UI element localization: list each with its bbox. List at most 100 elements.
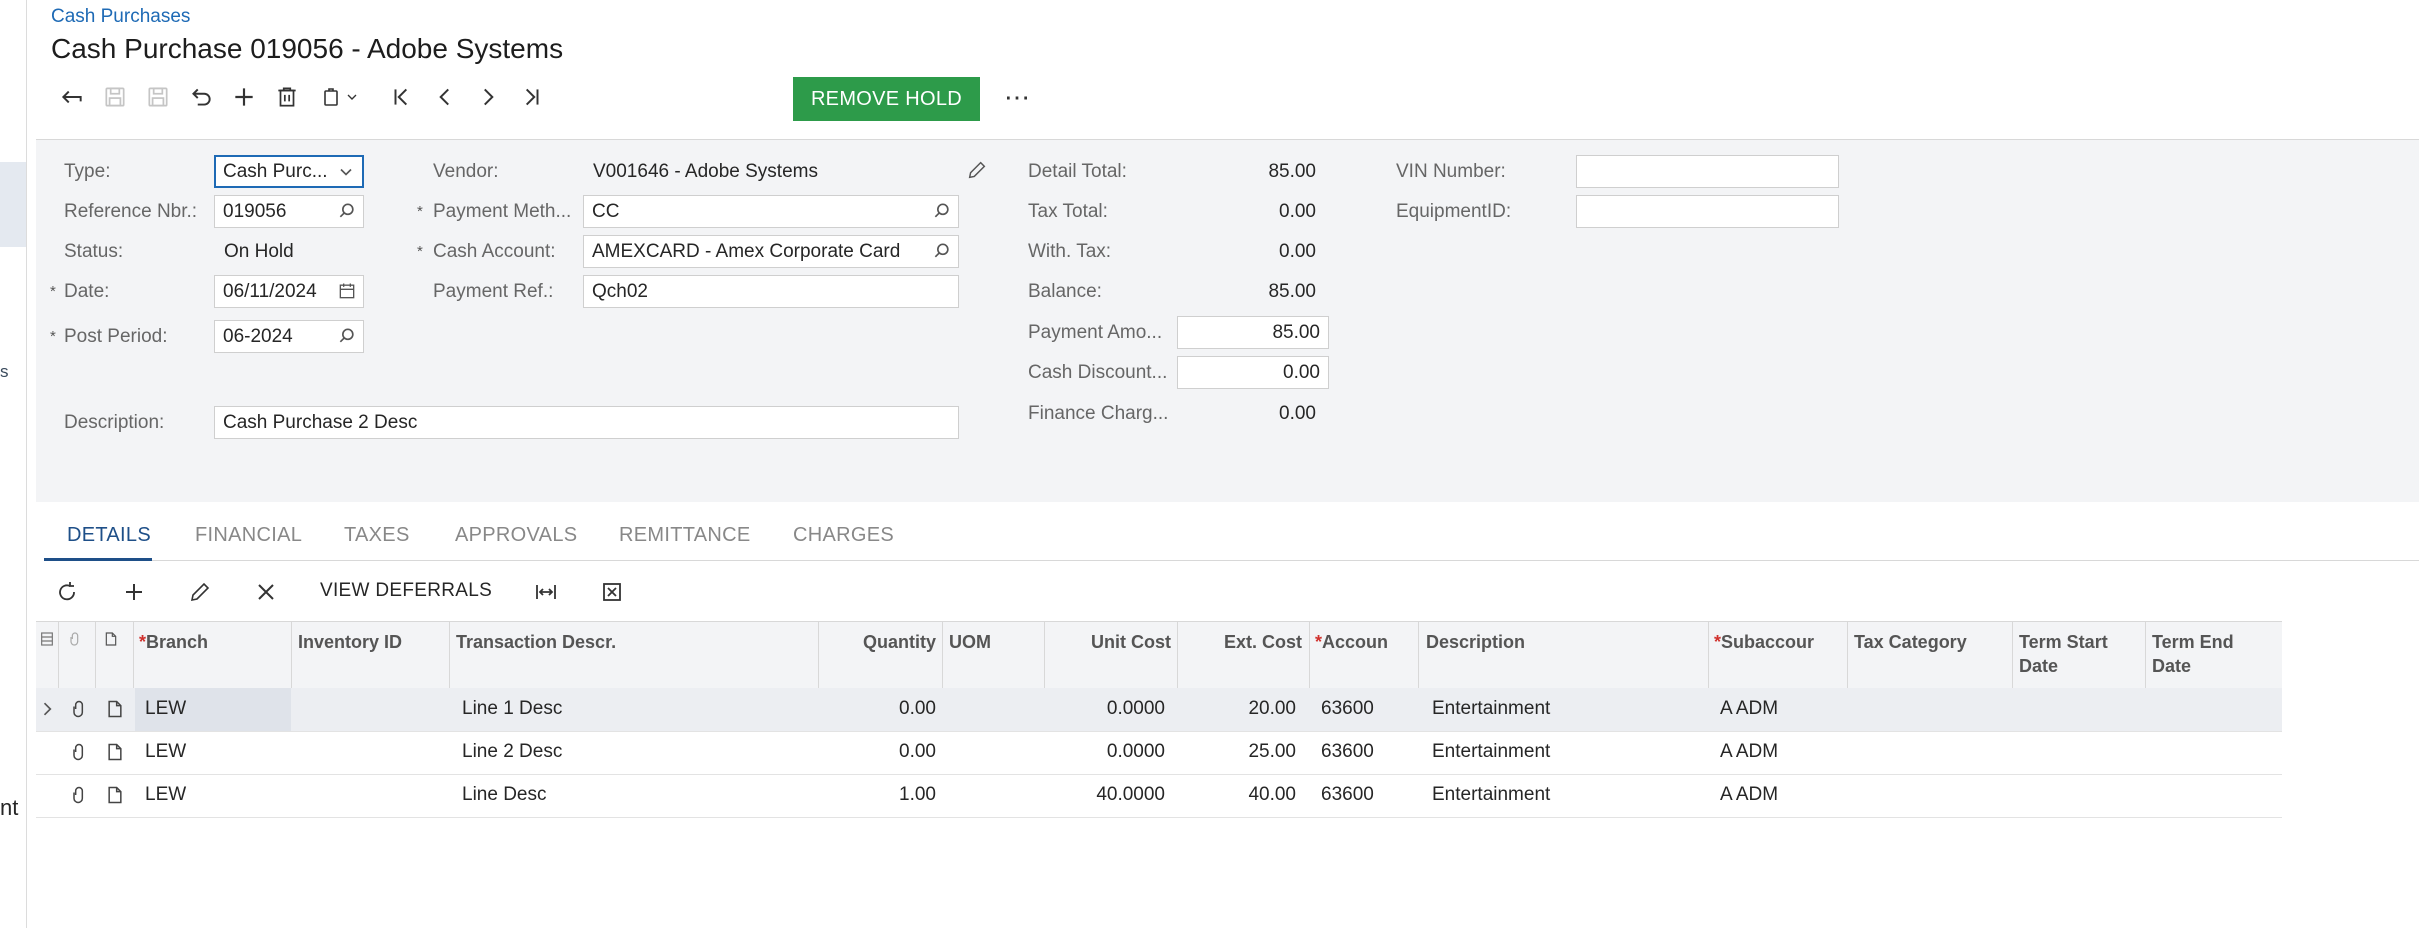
col-tax-category[interactable]: Tax Category xyxy=(1854,630,1967,654)
col-term-end-date[interactable]: Term End Date xyxy=(2152,630,2234,678)
cell-unit-cost[interactable]: 40.0000 xyxy=(1051,784,1165,806)
col-ext-cost[interactable]: Ext. Cost xyxy=(1184,630,1302,654)
table-row[interactable]: LEW Line 1 Desc 0.00 0.0000 20.00 63600 … xyxy=(36,688,2282,732)
cash-account-field[interactable]: AMEXCARD - Amex Corporate Card xyxy=(583,235,959,268)
cell-branch[interactable]: LEW xyxy=(145,698,186,720)
note-icon[interactable] xyxy=(105,742,125,762)
cell-quantity[interactable]: 0.00 xyxy=(826,741,936,763)
attachment-icon[interactable] xyxy=(69,742,89,762)
column-divider xyxy=(2012,622,2013,688)
search-icon[interactable] xyxy=(932,241,952,261)
cell-account[interactable]: 63600 xyxy=(1321,784,1374,806)
delete-icon[interactable] xyxy=(267,74,307,120)
payment-amount-field[interactable]: 85.00 xyxy=(1177,316,1329,349)
left-nav-fragment: nt xyxy=(0,795,19,820)
payment-method-field[interactable]: CC xyxy=(583,195,959,228)
edit-icon[interactable] xyxy=(182,574,218,610)
cash-discount-field[interactable]: 0.00 xyxy=(1177,356,1329,389)
tab-charges[interactable]: CHARGES xyxy=(793,524,894,547)
vin-number-label: VIN Number: xyxy=(1396,161,1506,182)
tab-remittance[interactable]: REMITTANCE xyxy=(619,524,751,547)
cell-ext-cost[interactable]: 25.00 xyxy=(1184,741,1296,763)
export-excel-icon[interactable] xyxy=(594,574,630,610)
cell-description[interactable]: Entertainment xyxy=(1432,741,1550,763)
col-account[interactable]: *Accoun xyxy=(1315,630,1388,654)
cell-quantity[interactable]: 0.00 xyxy=(826,698,936,720)
reference-nbr-value: 019056 xyxy=(223,201,287,222)
first-icon[interactable] xyxy=(382,74,422,120)
cell-unit-cost[interactable]: 0.0000 xyxy=(1051,698,1165,720)
col-description[interactable]: Description xyxy=(1426,630,1525,654)
cell-account[interactable]: 63600 xyxy=(1321,741,1374,763)
note-icon[interactable] xyxy=(105,699,125,719)
last-icon[interactable] xyxy=(511,74,551,120)
col-inventory-id[interactable]: Inventory ID xyxy=(298,630,402,654)
back-icon[interactable] xyxy=(52,74,92,120)
search-icon[interactable] xyxy=(337,326,357,346)
tab-details[interactable]: DETAILS xyxy=(67,524,151,547)
cell-account[interactable]: 63600 xyxy=(1321,698,1374,720)
save-close-icon[interactable] xyxy=(95,74,135,120)
undo-icon[interactable] xyxy=(181,74,221,120)
attachment-icon[interactable] xyxy=(69,785,89,805)
cell-transaction-descr[interactable]: Line 1 Desc xyxy=(462,698,562,720)
copy-paste-icon[interactable] xyxy=(310,74,370,120)
status-value: On Hold xyxy=(224,241,294,262)
add-row-icon[interactable] xyxy=(116,574,152,610)
description-field[interactable]: Cash Purchase 2 Desc xyxy=(214,406,959,439)
cell-subaccount[interactable]: A ADM xyxy=(1720,784,1778,806)
payment-method-label: Payment Meth... xyxy=(433,201,572,222)
payment-ref-field[interactable]: Qch02 xyxy=(583,275,959,308)
cell-description[interactable]: Entertainment xyxy=(1432,698,1550,720)
calendar-icon[interactable] xyxy=(337,281,357,301)
fit-columns-icon[interactable] xyxy=(528,574,564,610)
cell-transaction-descr[interactable]: Line 2 Desc xyxy=(462,741,562,763)
tab-financial[interactable]: FINANCIAL xyxy=(195,524,302,547)
col-quantity[interactable]: Quantity xyxy=(826,630,936,654)
type-select[interactable]: Cash Purc... xyxy=(214,155,364,188)
equipment-id-field[interactable] xyxy=(1576,195,1839,228)
add-icon[interactable] xyxy=(224,74,264,120)
save-icon[interactable] xyxy=(138,74,178,120)
post-period-field[interactable]: 06-2024 xyxy=(214,320,364,353)
left-nav-selected-item[interactable] xyxy=(0,162,26,247)
col-uom[interactable]: UOM xyxy=(949,630,991,654)
refresh-icon[interactable] xyxy=(49,574,85,610)
search-icon[interactable] xyxy=(337,201,357,221)
next-icon[interactable] xyxy=(468,74,508,120)
col-branch[interactable]: *Branch xyxy=(139,630,208,654)
tab-taxes[interactable]: TAXES xyxy=(344,524,410,547)
cell-description[interactable]: Entertainment xyxy=(1432,784,1550,806)
col-transaction-descr[interactable]: Transaction Descr. xyxy=(456,630,616,654)
tab-approvals[interactable]: APPROVALS xyxy=(455,524,577,547)
date-field[interactable]: 06/11/2024 xyxy=(214,275,364,308)
view-deferrals-button[interactable]: VIEW DEFERRALS xyxy=(320,580,492,602)
cell-branch[interactable]: LEW xyxy=(145,784,186,806)
edit-vendor-icon[interactable] xyxy=(966,159,988,181)
note-icon[interactable] xyxy=(105,785,125,805)
cell-unit-cost[interactable]: 0.0000 xyxy=(1051,741,1165,763)
delete-row-icon[interactable] xyxy=(248,574,284,610)
search-icon[interactable] xyxy=(932,201,952,221)
vin-number-field[interactable] xyxy=(1576,155,1839,188)
cell-branch[interactable]: LEW xyxy=(145,741,186,763)
remove-hold-button[interactable]: REMOVE HOLD xyxy=(793,77,980,121)
col-term-start-date[interactable]: Term Start Date xyxy=(2019,630,2108,678)
breadcrumb[interactable]: Cash Purchases xyxy=(51,6,190,28)
attachment-icon[interactable] xyxy=(69,699,89,719)
col-unit-cost[interactable]: Unit Cost xyxy=(1051,630,1171,654)
table-row[interactable]: LEW Line 2 Desc 0.00 0.0000 25.00 63600 … xyxy=(36,731,2282,775)
cell-transaction-descr[interactable]: Line Desc xyxy=(462,784,547,806)
left-nav-fragment: s xyxy=(0,362,9,381)
cell-subaccount[interactable]: A ADM xyxy=(1720,698,1778,720)
more-actions-button[interactable]: ⋯ xyxy=(994,74,1040,120)
reference-nbr-field[interactable]: 019056 xyxy=(214,195,364,228)
cell-ext-cost[interactable]: 20.00 xyxy=(1184,698,1296,720)
cell-ext-cost[interactable]: 40.00 xyxy=(1184,784,1296,806)
row-expand-chevron-icon[interactable] xyxy=(37,699,57,719)
table-row[interactable]: LEW Line Desc 1.00 40.0000 40.00 63600 E… xyxy=(36,774,2282,818)
cell-subaccount[interactable]: A ADM xyxy=(1720,741,1778,763)
previous-icon[interactable] xyxy=(425,74,465,120)
cell-quantity[interactable]: 1.00 xyxy=(826,784,936,806)
col-subaccount[interactable]: *Subaccour xyxy=(1714,630,1814,654)
